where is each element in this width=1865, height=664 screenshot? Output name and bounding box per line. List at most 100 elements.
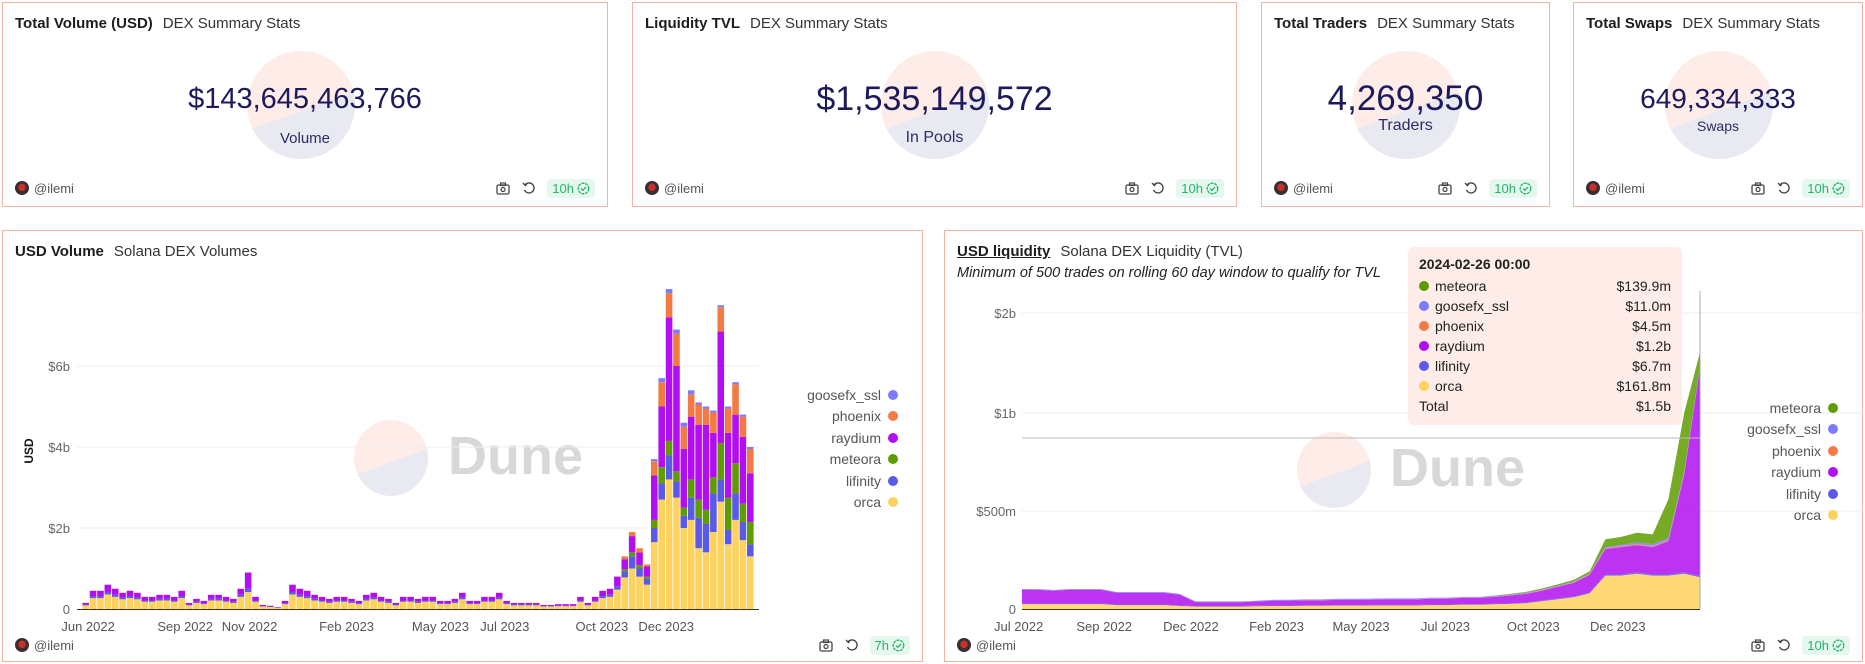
- bar-segment-orca[interactable]: [451, 602, 459, 609]
- bar-segment-phoenix[interactable]: [717, 307, 725, 332]
- bar-segment-raydium[interactable]: [370, 592, 377, 598]
- bar-segment-lifinity[interactable]: [185, 604, 193, 606]
- bar-segment-raydium[interactable]: [89, 590, 97, 597]
- author-link[interactable]: @ilemi: [976, 638, 1016, 653]
- bar-segment-raydium[interactable]: [193, 598, 200, 602]
- bar-segment-raydium[interactable]: [230, 598, 237, 602]
- bar-segment-orca[interactable]: [207, 600, 215, 609]
- bar-segment-meteora[interactable]: [747, 521, 754, 545]
- bar-segment-raydium[interactable]: [267, 605, 274, 607]
- refresh-icon[interactable]: [1463, 180, 1479, 196]
- bar-segment-raydium[interactable]: [555, 604, 562, 606]
- bar-segment-raydium[interactable]: [340, 596, 348, 601]
- card-title[interactable]: Total Swaps: [1586, 15, 1672, 32]
- bar-segment-orca[interactable]: [747, 556, 754, 609]
- bar-segment-lifinity[interactable]: [193, 601, 200, 603]
- bar-segment-orca[interactable]: [547, 606, 555, 609]
- bar-segment-raydium[interactable]: [732, 414, 739, 464]
- bar-segment-lifinity[interactable]: [303, 596, 311, 599]
- bar-segment-meteora[interactable]: [739, 503, 747, 522]
- bar-segment-orca[interactable]: [459, 599, 466, 609]
- bar-segment-orca[interactable]: [422, 601, 429, 609]
- bar-segment-orca[interactable]: [710, 532, 717, 609]
- bar-segment-raydium[interactable]: [739, 436, 747, 504]
- bar-segment-lifinity[interactable]: [584, 604, 592, 606]
- camera-icon[interactable]: [818, 637, 834, 653]
- bar-segment-orca[interactable]: [303, 598, 311, 609]
- bar-segment-raydium[interactable]: [311, 594, 318, 599]
- bar-segment-raydium[interactable]: [422, 596, 429, 601]
- bar-segment-raydium[interactable]: [680, 449, 688, 508]
- bar-segment-orca[interactable]: [392, 605, 400, 609]
- bar-segment-orca[interactable]: [628, 568, 636, 610]
- bar-segment-lifinity[interactable]: [348, 601, 355, 603]
- author-avatar[interactable]: [15, 638, 29, 652]
- bar-segment-lifinity[interactable]: [495, 597, 503, 600]
- author-avatar[interactable]: [1274, 181, 1288, 195]
- bar-segment-lifinity[interactable]: [385, 601, 392, 603]
- bar-segment-orca[interactable]: [436, 604, 444, 609]
- bar-segment-raydium[interactable]: [562, 604, 569, 606]
- bar-segment-orca[interactable]: [702, 552, 710, 609]
- bar-segment-meteora[interactable]: [717, 442, 725, 480]
- bar-segment-lifinity[interactable]: [340, 600, 348, 602]
- bar-segment-lifinity[interactable]: [658, 483, 665, 500]
- bar-segment-raydium[interactable]: [436, 600, 444, 604]
- bar-segment-orca[interactable]: [200, 604, 208, 609]
- bar-segment-raydium[interactable]: [178, 590, 185, 597]
- camera-icon[interactable]: [1437, 180, 1453, 196]
- bar-segment-raydium[interactable]: [215, 594, 222, 599]
- bar-segment-lifinity[interactable]: [665, 455, 673, 480]
- bar-segment-raydium[interactable]: [333, 596, 341, 601]
- bar-segment-lifinity[interactable]: [97, 596, 104, 599]
- bar-segment-orca[interactable]: [739, 540, 747, 609]
- bar-segment-raydium[interactable]: [392, 602, 400, 605]
- bar-segment-raydium[interactable]: [466, 600, 473, 604]
- bar-segment-raydium[interactable]: [111, 588, 119, 595]
- bar-segment-raydium[interactable]: [481, 596, 488, 601]
- bar-segment-lifinity[interactable]: [488, 600, 496, 602]
- bar-segment-lifinity[interactable]: [732, 493, 739, 520]
- bar-segment-goosefx_ssl[interactable]: [695, 402, 702, 405]
- bar-segment-lifinity[interactable]: [407, 600, 414, 602]
- bar-segment-raydium[interactable]: [348, 598, 355, 602]
- bar-segment-raydium[interactable]: [599, 590, 606, 597]
- bar-segment-raydium[interactable]: [399, 596, 407, 601]
- bar-segment-lifinity[interactable]: [459, 597, 466, 600]
- bar-segment-raydium[interactable]: [326, 598, 333, 602]
- bar-segment-orca[interactable]: [429, 601, 437, 609]
- bar-segment-raydium[interactable]: [525, 602, 533, 605]
- refresh-icon[interactable]: [1776, 180, 1792, 196]
- bar-segment-orca[interactable]: [399, 601, 407, 609]
- bar-segment-lifinity[interactable]: [577, 600, 584, 602]
- bar-segment-orca[interactable]: [555, 606, 562, 609]
- bar-segment-lifinity[interactable]: [599, 596, 606, 599]
- bar-segment-lifinity[interactable]: [148, 600, 156, 602]
- bar-segment-lifinity[interactable]: [651, 528, 658, 543]
- bar-segment-raydium[interactable]: [126, 590, 134, 597]
- bar-segment-lifinity[interactable]: [111, 594, 119, 597]
- bar-segment-orca[interactable]: [370, 599, 377, 609]
- bar-segment-lifinity[interactable]: [363, 598, 370, 601]
- bar-segment-raydium[interactable]: [540, 604, 547, 607]
- bar-segment-lifinity[interactable]: [636, 568, 643, 577]
- bar-segment-orca[interactable]: [148, 601, 156, 609]
- bar-segment-raydium[interactable]: [200, 600, 208, 604]
- author-avatar[interactable]: [15, 181, 29, 195]
- bar-segment-raydium[interactable]: [636, 552, 643, 566]
- bar-segment-goosefx_ssl[interactable]: [739, 414, 747, 417]
- bar-segment-lifinity[interactable]: [680, 515, 688, 528]
- bar-segment-raydium[interactable]: [222, 596, 230, 601]
- bar-segment-orca[interactable]: [591, 601, 599, 609]
- bar-segment-raydium[interactable]: [658, 406, 665, 468]
- bar-segment-raydium[interactable]: [97, 590, 104, 597]
- bar-segment-phoenix[interactable]: [739, 416, 747, 437]
- bar-segment-goosefx_ssl[interactable]: [673, 329, 680, 334]
- bar-segment-goosefx_ssl[interactable]: [651, 459, 658, 462]
- bar-segment-orca[interactable]: [466, 604, 473, 609]
- bar-segment-lifinity[interactable]: [503, 603, 510, 605]
- bar-segment-lifinity[interactable]: [614, 586, 621, 590]
- bar-segment-orca[interactable]: [518, 605, 525, 609]
- bar-segment-raydium[interactable]: [156, 594, 163, 599]
- legend-item-raydium[interactable]: raydium: [807, 427, 898, 449]
